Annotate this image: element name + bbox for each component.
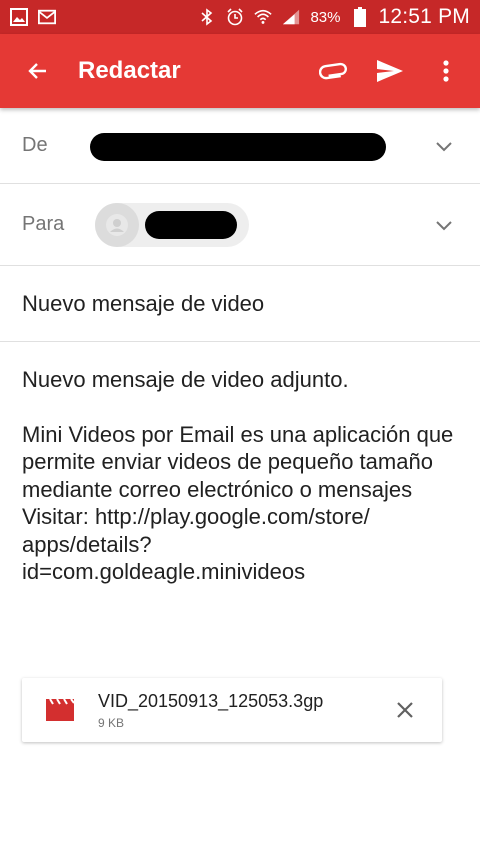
bluetooth-icon <box>198 8 216 26</box>
more-icon <box>443 60 449 82</box>
alarm-icon <box>226 8 244 26</box>
body-visit-line-3: id=com.goldeagle.minivideos <box>22 559 306 584</box>
avatar <box>95 203 139 247</box>
status-bar: 83% 12:51 PM <box>0 0 480 34</box>
body-intro: Nuevo mensaje de video adjunto. <box>22 367 349 392</box>
to-row: Para <box>0 184 480 266</box>
from-address-redacted <box>90 133 386 161</box>
subject-field[interactable]: Nuevo mensaje de video <box>22 291 264 317</box>
back-button[interactable] <box>10 43 66 99</box>
body-visit-line-2: apps/details? <box>22 531 152 557</box>
signal-icon <box>282 8 300 26</box>
battery-percent: 83% <box>310 8 341 26</box>
chevron-down-icon <box>436 141 452 151</box>
to-label: Para <box>22 213 65 235</box>
recipient-name-redacted <box>145 211 237 239</box>
from-expand-button[interactable] <box>432 134 456 158</box>
chevron-down-icon <box>436 220 452 230</box>
from-label: De <box>22 134 48 156</box>
close-icon <box>397 702 413 718</box>
video-file-icon <box>40 698 80 722</box>
app-bar: Redactar <box>0 34 480 108</box>
message-body[interactable]: Nuevo mensaje de video adjunto. Mini Vid… <box>22 366 462 586</box>
page-title: Redactar <box>78 57 181 84</box>
image-icon <box>10 8 28 26</box>
attachment-card[interactable]: VID_20150913_125053.3gp 9 KB <box>22 678 442 742</box>
from-row: De <box>0 108 480 184</box>
body-message: Mini Videos por Email es una aplicación … <box>22 421 454 502</box>
attachment-size: 9 KB <box>98 715 125 730</box>
subject-row[interactable]: Nuevo mensaje de video <box>0 266 480 342</box>
body-visit-line-1: Visitar: http://play.google.com/store/ <box>22 504 370 529</box>
send-button[interactable] <box>362 43 418 99</box>
attach-icon <box>319 62 347 80</box>
more-options-button[interactable] <box>418 43 474 99</box>
to-expand-button[interactable] <box>432 213 456 237</box>
attachment-name: VID_20150913_125053.3gp <box>98 690 324 711</box>
wifi-icon <box>254 8 273 26</box>
attach-button[interactable] <box>306 43 362 99</box>
send-icon <box>377 60 403 82</box>
gmail-icon <box>38 8 56 26</box>
battery-icon <box>351 7 369 27</box>
remove-attachment-button[interactable] <box>390 695 420 725</box>
contact-avatar-icon <box>106 214 128 236</box>
clock-time: 12:51 PM <box>378 5 470 28</box>
recipient-chip[interactable] <box>95 203 249 247</box>
arrow-back-icon <box>28 63 46 79</box>
